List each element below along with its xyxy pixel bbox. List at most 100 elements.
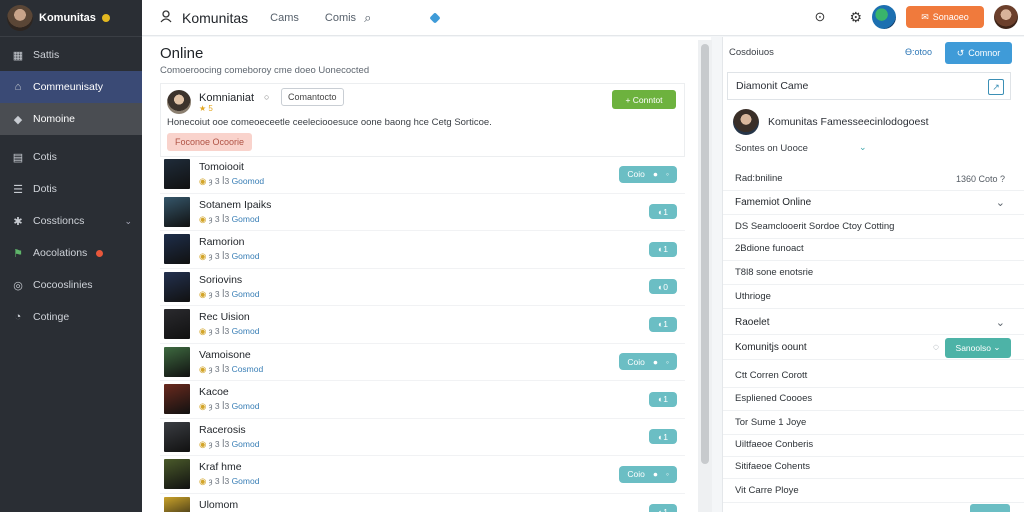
list-item[interactable]: Soriovins ◉ ȝ 3 ꟾ3 Gomod ◐ 0 bbox=[160, 269, 685, 306]
panel-section-header[interactable]: Famemiot Online ⌄ bbox=[723, 191, 1024, 215]
panel-row[interactable]: Rad:bniline 1360 Coto ? bbox=[723, 167, 1024, 191]
select-value: Sanoolso bbox=[955, 342, 991, 353]
message-count: 1 bbox=[663, 206, 668, 217]
edit-icon[interactable]: ↗ bbox=[988, 79, 1004, 95]
list-item-name: Kraf hme bbox=[199, 461, 242, 474]
list-item[interactable]: Ulomom◉ ȝ 3 ꟾ3 Gomod ◐ 1 bbox=[160, 494, 685, 512]
list-item[interactable]: Kraf hme ◉ ȝ 3 ꟾ3 Gomod Coio ● ◦ bbox=[160, 456, 685, 494]
card-pill-button[interactable]: Foconoe Ocoorie bbox=[167, 133, 253, 151]
profile-avatar[interactable] bbox=[994, 5, 1018, 29]
row-actions: ◐ 1 bbox=[649, 504, 677, 512]
message-button[interactable]: ◐ 1 bbox=[649, 316, 677, 332]
message-button[interactable]: ◐ 1 bbox=[649, 204, 677, 220]
panel-section-header[interactable]: Komunitjs oount ◌ Sanoolso ⌄ bbox=[723, 336, 1024, 360]
chevron-down-icon[interactable]: ⌄ bbox=[124, 216, 132, 227]
row-actions: Coio ● ◦ bbox=[619, 465, 677, 483]
message-button[interactable]: ◐ 1 bbox=[649, 429, 677, 445]
settings-icon: ✱ bbox=[13, 215, 23, 228]
join-button[interactable]: Coio ● ◦ bbox=[619, 165, 677, 183]
join-button[interactable]: Coio ● ◦ bbox=[619, 353, 677, 371]
sidebar-item-cotinge[interactable]: ◔ Cotinge bbox=[0, 301, 142, 333]
list-item-text: Vamoisone ◉ ȝ 3 ꟾ3 Cosmod bbox=[199, 349, 263, 375]
card-tag-button[interactable]: Comantocto bbox=[281, 88, 344, 106]
panel-row-label: Sitifaeoe Cohents bbox=[735, 461, 810, 472]
panel-row-label: T8l8 sone enotsrie bbox=[735, 267, 814, 278]
search-icon[interactable]: ⌕ bbox=[364, 10, 371, 26]
coin-icon: ◉ bbox=[199, 326, 209, 337]
list-item-meta: ◉ ȝ 3 ꟾ3 Gomod bbox=[199, 251, 259, 262]
list-item[interactable]: Ramorion ◉ ȝ 3 ꟾ3 Gomod ◐ 1 bbox=[160, 231, 685, 269]
panel-user[interactable]: Komunitas Famesseecinlodogoest bbox=[733, 109, 929, 135]
panel-row[interactable]: Ctt Corren Corott bbox=[723, 364, 1024, 388]
refresh-icon[interactable]: ◌ bbox=[933, 342, 939, 353]
select-dropdown[interactable]: Sanoolso ⌄ bbox=[945, 337, 1011, 358]
panel-action-button[interactable]: ↺ Comnor bbox=[945, 42, 1012, 64]
sidebar-item-aocolations[interactable]: ⚑ Aocolations bbox=[0, 237, 142, 269]
page-title: Online bbox=[160, 45, 204, 62]
coin-icon: ◉ bbox=[199, 401, 209, 412]
panel-row[interactable]: 2Bdione funoact bbox=[723, 237, 1024, 261]
sidebar-item-dotis[interactable]: ☰ Dotis bbox=[0, 173, 142, 205]
list-item-meta: ◉ ȝ 3 ꟾ3 Gomod bbox=[199, 439, 259, 450]
list-item[interactable]: Sotanem Ipaiks ◉ ȝ 3 ꟾ3 Gomod ◐ 1 bbox=[160, 194, 685, 231]
brand[interactable]: Komunitas bbox=[160, 10, 248, 26]
sidebar-item-label: Dotis bbox=[33, 183, 57, 195]
avatar[interactable] bbox=[7, 5, 33, 31]
panel-row-label: DS Seamclooerit Sordoe Ctoy Cotting bbox=[735, 221, 895, 232]
chevron-down-icon[interactable]: ⌄ bbox=[859, 142, 867, 153]
message-button[interactable]: ◐ 1 bbox=[649, 241, 677, 257]
nav-link-cams[interactable]: Cams bbox=[270, 12, 299, 24]
panel-row-label: Rad:bniline bbox=[735, 173, 783, 184]
chevron-down-icon[interactable]: ⌄ bbox=[996, 196, 1005, 209]
list-item[interactable]: Kacoe ◉ ȝ 3 ꟾ3 Gomod ◐ 1 bbox=[160, 381, 685, 419]
divider bbox=[0, 36, 142, 37]
link-icon: ↺ bbox=[956, 47, 965, 58]
sidebar-item-nomoine[interactable]: ◆ Nomoine bbox=[0, 103, 142, 135]
help-icon[interactable]: ⊙ bbox=[815, 9, 826, 25]
sidebar-item-cocooslinies[interactable]: ◎ Cocooslinies bbox=[0, 269, 142, 301]
sidebar-item-cotis[interactable]: ▤ Cotis bbox=[0, 141, 142, 173]
list-item-extra: Gomod bbox=[231, 438, 260, 449]
panel-row[interactable]: Uthrioge bbox=[723, 285, 1024, 309]
message-button[interactable]: ◐ 0 bbox=[649, 279, 677, 295]
panel-row-meta: 1360 Coto ? bbox=[955, 173, 1005, 184]
list-item-name: Soriovins bbox=[199, 273, 243, 286]
panel-row[interactable]: Tor Sume 1 Joye bbox=[723, 411, 1024, 435]
bottom-tab[interactable] bbox=[970, 504, 1010, 512]
gear-icon[interactable]: ⚙ bbox=[849, 9, 862, 26]
sidebar-item-community[interactable]: ⌂ Commeunisaty bbox=[0, 71, 142, 103]
chevron-down-icon[interactable]: ⌄ bbox=[996, 316, 1005, 329]
list-item[interactable]: Racerosis ◉ ȝ 3 ꟾ3 Gomod ◐ 1 bbox=[160, 419, 685, 456]
panel-user-name: Komunitas Famesseecinlodogoest bbox=[768, 116, 929, 128]
avatar[interactable] bbox=[167, 90, 191, 114]
panel-row-label: Ctt Corren Corott bbox=[735, 370, 808, 381]
list-item[interactable]: Rec Uision ◉ ȝ 3 ꟾ3 Gomod ◐ 1 bbox=[160, 306, 685, 344]
panel-row-label: Uiltfaeoe Conberis bbox=[735, 439, 814, 450]
nav-link-comis[interactable]: Comis bbox=[325, 12, 356, 24]
message-button[interactable]: ◐ 1 bbox=[649, 504, 677, 512]
list-item-extra: Gomod bbox=[231, 326, 260, 337]
panel-row-label: Espliened Coooes bbox=[735, 393, 813, 404]
list-item[interactable]: Tomoiooit ◉ ȝ 3 ꟾ3 Goomod Coio ● ◦ bbox=[160, 156, 685, 194]
message-count: 1 bbox=[663, 244, 668, 255]
panel-section-header[interactable]: Raoelet ⌄ bbox=[723, 311, 1024, 335]
action-button[interactable]: ✉ Sonaoeo bbox=[906, 6, 984, 28]
list-item[interactable]: Vamoisone ◉ ȝ 3 ꟾ3 Cosmod Coio ● ◦ bbox=[160, 344, 685, 381]
panel-row[interactable]: Sitifaeoe Cohents bbox=[723, 455, 1024, 479]
panel-row[interactable]: DS Seamclooerit Sordoe Ctoy Cotting bbox=[723, 215, 1024, 239]
flag-icon: ⚑ bbox=[13, 247, 23, 260]
panel-row[interactable]: T8l8 sone enotsrie bbox=[723, 261, 1024, 285]
scrollbar[interactable] bbox=[701, 44, 709, 464]
globe-avatar-icon[interactable] bbox=[872, 5, 896, 29]
panel-row[interactable]: Uiltfaeoe Conberis bbox=[723, 433, 1024, 457]
join-button[interactable]: Coio ● ◦ bbox=[619, 465, 677, 483]
count-icon: ◦ bbox=[665, 356, 669, 367]
sidebar-item-cosstioncs[interactable]: ✱ Cosstioncs ⌄ bbox=[0, 205, 142, 237]
connect-button[interactable]: + Conntot bbox=[612, 90, 676, 109]
game-field[interactable]: Diamonit Came ↗ bbox=[727, 72, 1011, 100]
panel-row[interactable]: Espliened Coooes bbox=[723, 387, 1024, 411]
panel-row[interactable]: Vit Carre Ploye bbox=[723, 479, 1024, 503]
info-icon[interactable]: ○ bbox=[264, 92, 269, 102]
message-button[interactable]: ◐ 1 bbox=[649, 391, 677, 407]
sidebar-item-sattis[interactable]: ▦ Sattis bbox=[0, 39, 142, 71]
